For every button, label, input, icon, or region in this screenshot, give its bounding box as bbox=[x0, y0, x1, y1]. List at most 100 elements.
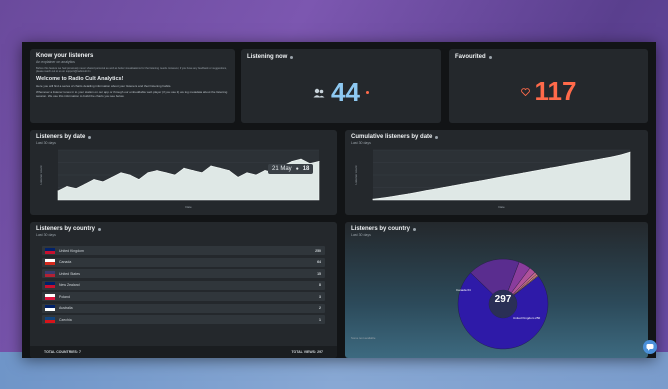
flag-icon bbox=[45, 259, 55, 265]
dashboard-screen: Know your listeners An explainer on anal… bbox=[22, 42, 656, 358]
data-point bbox=[120, 172, 122, 174]
data-point bbox=[408, 193, 409, 195]
country-count: 2 bbox=[319, 306, 321, 310]
flag-icon bbox=[45, 316, 55, 323]
cumulative-card: Cumulative listeners by date Last 30 day… bbox=[345, 130, 648, 215]
data-point bbox=[532, 170, 533, 172]
data-point bbox=[75, 188, 77, 190]
data-point bbox=[434, 188, 436, 190]
data-point bbox=[237, 176, 239, 178]
intro-subtitle: An explainer on analytics bbox=[36, 60, 75, 64]
country-name: New Zealand bbox=[59, 283, 80, 287]
info-dot-icon[interactable] bbox=[488, 55, 492, 59]
favourited-value: 117 bbox=[534, 76, 577, 106]
data-point bbox=[201, 172, 203, 174]
data-point bbox=[487, 178, 489, 180]
country-name: United States bbox=[59, 271, 81, 276]
data-point bbox=[210, 165, 212, 167]
data-point bbox=[452, 185, 454, 187]
country-table-card: Listeners by country Last 30 days United… bbox=[30, 222, 337, 358]
country-name: Canada bbox=[59, 260, 72, 264]
intro-paragraph-2: Whenever a listener tunes in to your sta… bbox=[36, 90, 228, 99]
favourited-title-row: Favourited bbox=[455, 54, 492, 60]
table-row[interactable]: United States 15 bbox=[42, 269, 325, 278]
listeners-by-date-card: Listeners by date Last 30 days Listener … bbox=[30, 130, 337, 215]
pie-label-uk: United Kingdom 250 bbox=[513, 316, 541, 320]
country-pie-chart[interactable] bbox=[345, 222, 648, 358]
headphones-icon bbox=[313, 88, 325, 97]
chat-button[interactable] bbox=[643, 340, 657, 354]
country-name: Czechia bbox=[59, 317, 72, 322]
listening-now-title-row: Listening now bbox=[247, 54, 294, 60]
table-row[interactable]: New Zealand 8 bbox=[42, 280, 325, 290]
intro-card: Know your listeners An explainer on anal… bbox=[30, 49, 235, 123]
data-point bbox=[443, 187, 445, 188]
total-views: TOTAL VIEWS: 297 bbox=[291, 350, 323, 354]
data-point bbox=[255, 174, 257, 176]
table-row[interactable]: Czechia 1 bbox=[42, 315, 325, 324]
data-point bbox=[461, 183, 463, 185]
country-table-title: Listeners by country bbox=[36, 226, 96, 232]
intro-title: Know your listeners bbox=[36, 53, 94, 59]
country-table-subtitle: Last 30 days bbox=[36, 233, 56, 237]
data-point bbox=[111, 176, 113, 178]
flag-icon bbox=[45, 293, 55, 300]
data-point bbox=[399, 194, 400, 196]
total-countries: TOTAL COUNTRIES: 7 bbox=[44, 350, 81, 354]
table-row[interactable]: United Kingdom 250 bbox=[42, 246, 325, 255]
data-point bbox=[183, 167, 185, 169]
data-point bbox=[416, 191, 418, 193]
info-dot-icon[interactable] bbox=[98, 227, 102, 231]
table-row[interactable]: Australia 2 bbox=[42, 303, 325, 313]
favourited-card: Favourited 117 bbox=[449, 49, 648, 123]
data-point bbox=[425, 190, 427, 192]
flag-icon bbox=[45, 305, 55, 311]
y-axis-label: Listener count bbox=[354, 165, 358, 184]
listening-now-value-row: 44 bbox=[241, 77, 441, 108]
y-axis-label: Listener count bbox=[39, 165, 43, 184]
country-count: 64 bbox=[317, 260, 321, 264]
data-point bbox=[300, 158, 302, 160]
flag-icon bbox=[45, 282, 55, 288]
tooltip-value: 18 bbox=[302, 166, 310, 172]
data-point bbox=[629, 151, 631, 153]
cumulative-chart[interactable]: Listener count Date bbox=[345, 130, 648, 215]
data-point bbox=[372, 198, 374, 200]
listening-now-title: Listening now bbox=[247, 54, 288, 60]
info-dot-icon[interactable] bbox=[290, 55, 294, 59]
data-point bbox=[381, 197, 383, 199]
data-point bbox=[228, 170, 230, 171]
data-point bbox=[129, 174, 131, 176]
data-point bbox=[496, 177, 498, 179]
intro-heading: Welcome to Radio Cult Analytics! bbox=[36, 76, 124, 83]
x-axis-label: Date bbox=[498, 205, 505, 209]
data-point bbox=[585, 161, 587, 163]
data-point bbox=[147, 172, 149, 174]
flag-icon bbox=[45, 270, 55, 277]
country-name: Australia bbox=[59, 306, 73, 310]
intro-paragraph-1: Here you will find a series of charts de… bbox=[36, 84, 172, 89]
country-name: United Kingdom bbox=[59, 248, 84, 253]
data-point bbox=[165, 172, 167, 174]
tooltip-date: 21 May bbox=[272, 166, 292, 172]
data-point bbox=[192, 170, 194, 171]
pie-label-canada: Canada 64 bbox=[456, 288, 471, 292]
table-row[interactable]: Poland 3 bbox=[42, 292, 325, 301]
data-point bbox=[174, 174, 176, 176]
country-count: 250 bbox=[315, 248, 321, 253]
pie-center-value: 297 bbox=[494, 294, 512, 305]
country-name: Poland bbox=[59, 294, 70, 299]
data-point bbox=[514, 174, 516, 175]
data-point bbox=[603, 157, 604, 159]
favourited-title: Favourited bbox=[455, 54, 486, 60]
data-point bbox=[594, 159, 595, 161]
country-table-header: Listeners by country Last 30 days bbox=[36, 226, 102, 237]
data-point bbox=[318, 160, 320, 162]
data-point bbox=[246, 172, 248, 174]
user-icon: ● bbox=[295, 166, 299, 172]
pie-footnote: Some text available bbox=[351, 336, 376, 340]
chart-tooltip: 21 May ● 18 bbox=[268, 164, 314, 174]
data-point bbox=[156, 170, 158, 171]
table-row[interactable]: Canada 64 bbox=[42, 257, 325, 267]
data-point bbox=[219, 167, 221, 169]
